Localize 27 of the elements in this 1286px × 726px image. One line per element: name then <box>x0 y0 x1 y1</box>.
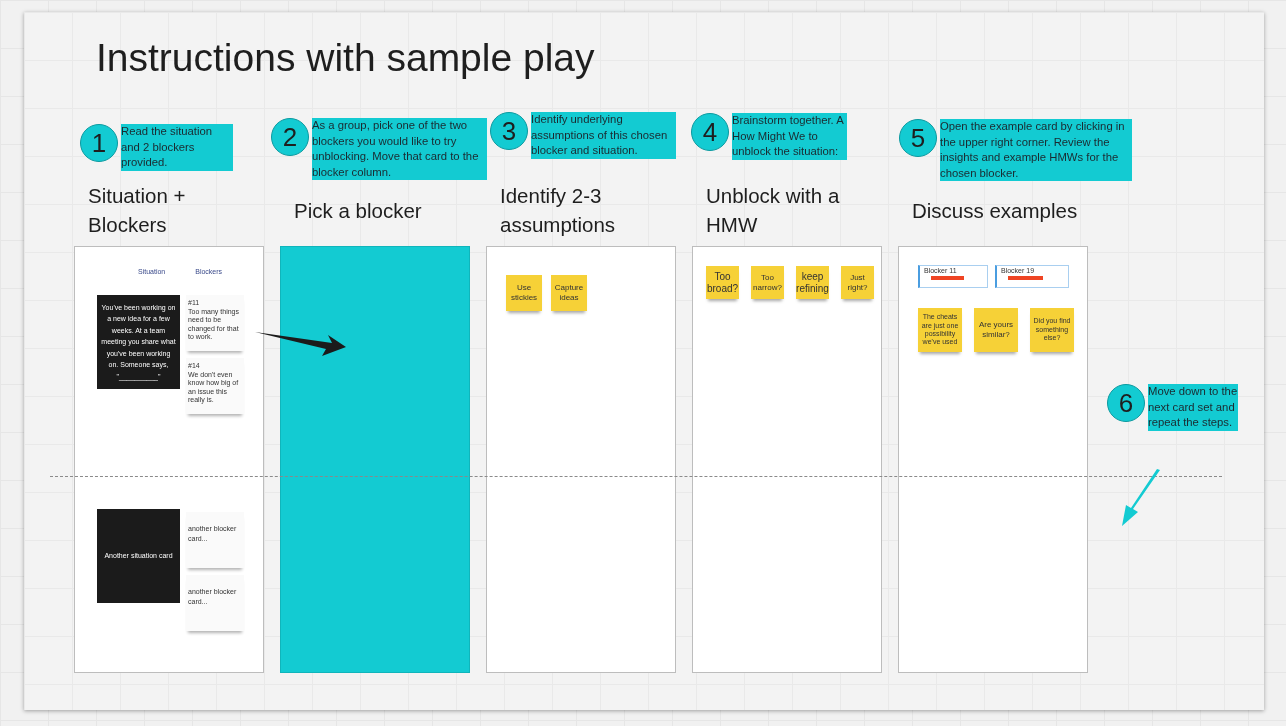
step-number: 1 <box>80 124 118 162</box>
sticky-note[interactable]: Too narrow? <box>751 266 784 299</box>
sticky-note[interactable]: Use stickies <box>506 275 542 311</box>
column-heading: Discuss examples <box>911 197 1079 224</box>
step-number: 4 <box>691 113 729 151</box>
step-text: As a group, pick one of the two blockers you would like to try unblocking. Move that card to the blocker column. <box>312 118 487 180</box>
column-heading: Unblock with a HMW <box>705 183 841 238</box>
board-title: Instructions with sample play <box>96 36 595 80</box>
arrow-icon <box>1121 469 1162 527</box>
step-number: 5 <box>899 119 937 157</box>
step-number: 6 <box>1107 384 1145 422</box>
step-number: 2 <box>271 118 309 156</box>
sticky-note[interactable]: Too broad? <box>706 266 739 299</box>
column-heading: Identify 2-3 assumptions <box>499 183 617 238</box>
step-number: 3 <box>490 112 528 150</box>
sticky-note[interactable]: Are yours similar? <box>974 308 1018 352</box>
sticky-note[interactable]: keep refining <box>796 266 829 299</box>
sticky-note[interactable]: Capture ideas <box>551 275 587 311</box>
step-text: Brainstorm together. A How Might We to unblock the situation: <box>732 113 847 160</box>
sticky-note[interactable]: Just right? <box>841 266 874 299</box>
step-text: Identify underlying assumptions of this chosen blocker and situation. <box>531 112 676 159</box>
column-heading: Situation + Blockers <box>87 183 187 238</box>
step-text: Open the example card by clicking in the upper right corner. Review the insights and example HMWs for the chosen blocker. <box>940 119 1132 181</box>
step-text: Read the situation and 2 blockers provided. <box>121 124 233 171</box>
arrow-icon <box>254 330 348 357</box>
column-heading: Pick a blocker <box>293 197 423 224</box>
step-text: Move down to the next card set and repeat the steps. <box>1148 384 1238 431</box>
